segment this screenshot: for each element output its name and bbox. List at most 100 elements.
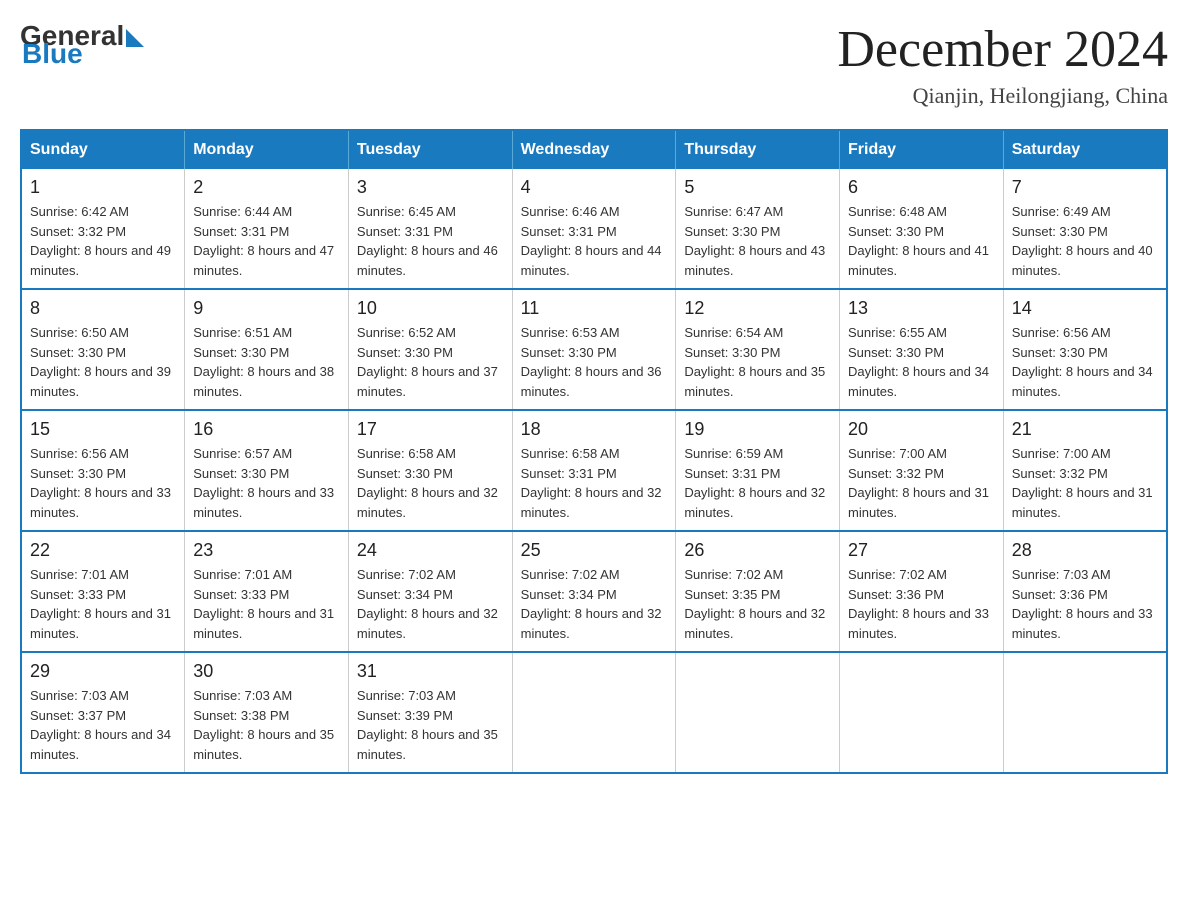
table-row	[840, 652, 1004, 773]
table-row: 14 Sunrise: 6:56 AM Sunset: 3:30 PM Dayl…	[1003, 289, 1167, 410]
day-info: Sunrise: 7:03 AM Sunset: 3:37 PM Dayligh…	[30, 686, 176, 764]
table-row: 31 Sunrise: 7:03 AM Sunset: 3:39 PM Dayl…	[348, 652, 512, 773]
day-info: Sunrise: 6:56 AM Sunset: 3:30 PM Dayligh…	[1012, 323, 1158, 401]
table-row: 24 Sunrise: 7:02 AM Sunset: 3:34 PM Dayl…	[348, 531, 512, 652]
table-row: 3 Sunrise: 6:45 AM Sunset: 3:31 PM Dayli…	[348, 169, 512, 289]
day-info: Sunrise: 7:00 AM Sunset: 3:32 PM Dayligh…	[848, 444, 995, 522]
day-info: Sunrise: 6:51 AM Sunset: 3:30 PM Dayligh…	[193, 323, 340, 401]
calendar-table: Sunday Monday Tuesday Wednesday Thursday…	[20, 129, 1168, 774]
day-info: Sunrise: 6:46 AM Sunset: 3:31 PM Dayligh…	[521, 202, 668, 280]
calendar-week-row: 1 Sunrise: 6:42 AM Sunset: 3:32 PM Dayli…	[21, 169, 1167, 289]
table-row: 16 Sunrise: 6:57 AM Sunset: 3:30 PM Dayl…	[185, 410, 349, 531]
day-info: Sunrise: 6:55 AM Sunset: 3:30 PM Dayligh…	[848, 323, 995, 401]
day-info: Sunrise: 7:02 AM Sunset: 3:35 PM Dayligh…	[684, 565, 831, 643]
table-row	[512, 652, 676, 773]
table-row: 1 Sunrise: 6:42 AM Sunset: 3:32 PM Dayli…	[21, 169, 185, 289]
day-number: 27	[848, 540, 995, 561]
day-number: 17	[357, 419, 504, 440]
table-row: 8 Sunrise: 6:50 AM Sunset: 3:30 PM Dayli…	[21, 289, 185, 410]
table-row: 5 Sunrise: 6:47 AM Sunset: 3:30 PM Dayli…	[676, 169, 840, 289]
day-info: Sunrise: 6:49 AM Sunset: 3:30 PM Dayligh…	[1012, 202, 1158, 280]
day-info: Sunrise: 6:56 AM Sunset: 3:30 PM Dayligh…	[30, 444, 176, 522]
header-thursday: Thursday	[676, 130, 840, 169]
table-row: 13 Sunrise: 6:55 AM Sunset: 3:30 PM Dayl…	[840, 289, 1004, 410]
logo-triangle-icon	[126, 29, 144, 47]
table-row: 18 Sunrise: 6:58 AM Sunset: 3:31 PM Dayl…	[512, 410, 676, 531]
calendar-week-row: 22 Sunrise: 7:01 AM Sunset: 3:33 PM Dayl…	[21, 531, 1167, 652]
day-info: Sunrise: 6:59 AM Sunset: 3:31 PM Dayligh…	[684, 444, 831, 522]
table-row: 26 Sunrise: 7:02 AM Sunset: 3:35 PM Dayl…	[676, 531, 840, 652]
day-number: 14	[1012, 298, 1158, 319]
table-row: 19 Sunrise: 6:59 AM Sunset: 3:31 PM Dayl…	[676, 410, 840, 531]
month-title: December 2024	[837, 20, 1168, 79]
table-row: 9 Sunrise: 6:51 AM Sunset: 3:30 PM Dayli…	[185, 289, 349, 410]
day-number: 5	[684, 177, 831, 198]
day-number: 28	[1012, 540, 1158, 561]
day-number: 30	[193, 661, 340, 682]
title-area: December 2024 Qianjin, Heilongjiang, Chi…	[837, 20, 1168, 109]
day-info: Sunrise: 6:57 AM Sunset: 3:30 PM Dayligh…	[193, 444, 340, 522]
day-info: Sunrise: 6:53 AM Sunset: 3:30 PM Dayligh…	[521, 323, 668, 401]
day-info: Sunrise: 6:47 AM Sunset: 3:30 PM Dayligh…	[684, 202, 831, 280]
table-row: 6 Sunrise: 6:48 AM Sunset: 3:30 PM Dayli…	[840, 169, 1004, 289]
header-saturday: Saturday	[1003, 130, 1167, 169]
day-info: Sunrise: 7:02 AM Sunset: 3:34 PM Dayligh…	[357, 565, 504, 643]
calendar-week-row: 8 Sunrise: 6:50 AM Sunset: 3:30 PM Dayli…	[21, 289, 1167, 410]
day-number: 9	[193, 298, 340, 319]
table-row: 4 Sunrise: 6:46 AM Sunset: 3:31 PM Dayli…	[512, 169, 676, 289]
day-number: 20	[848, 419, 995, 440]
table-row: 20 Sunrise: 7:00 AM Sunset: 3:32 PM Dayl…	[840, 410, 1004, 531]
day-number: 13	[848, 298, 995, 319]
day-number: 2	[193, 177, 340, 198]
table-row: 7 Sunrise: 6:49 AM Sunset: 3:30 PM Dayli…	[1003, 169, 1167, 289]
day-info: Sunrise: 6:58 AM Sunset: 3:30 PM Dayligh…	[357, 444, 504, 522]
table-row: 25 Sunrise: 7:02 AM Sunset: 3:34 PM Dayl…	[512, 531, 676, 652]
day-number: 24	[357, 540, 504, 561]
day-number: 8	[30, 298, 176, 319]
day-info: Sunrise: 7:03 AM Sunset: 3:36 PM Dayligh…	[1012, 565, 1158, 643]
day-number: 19	[684, 419, 831, 440]
header-sunday: Sunday	[21, 130, 185, 169]
day-number: 10	[357, 298, 504, 319]
day-number: 29	[30, 661, 176, 682]
calendar-week-row: 29 Sunrise: 7:03 AM Sunset: 3:37 PM Dayl…	[21, 652, 1167, 773]
day-info: Sunrise: 6:58 AM Sunset: 3:31 PM Dayligh…	[521, 444, 668, 522]
day-info: Sunrise: 7:03 AM Sunset: 3:39 PM Dayligh…	[357, 686, 504, 764]
page-header: General Blue December 2024 Qianjin, Heil…	[20, 20, 1168, 109]
day-number: 25	[521, 540, 668, 561]
day-number: 12	[684, 298, 831, 319]
day-info: Sunrise: 6:48 AM Sunset: 3:30 PM Dayligh…	[848, 202, 995, 280]
day-info: Sunrise: 6:42 AM Sunset: 3:32 PM Dayligh…	[30, 202, 176, 280]
day-number: 11	[521, 298, 668, 319]
table-row: 28 Sunrise: 7:03 AM Sunset: 3:36 PM Dayl…	[1003, 531, 1167, 652]
calendar-week-row: 15 Sunrise: 6:56 AM Sunset: 3:30 PM Dayl…	[21, 410, 1167, 531]
day-info: Sunrise: 7:02 AM Sunset: 3:34 PM Dayligh…	[521, 565, 668, 643]
table-row: 2 Sunrise: 6:44 AM Sunset: 3:31 PM Dayli…	[185, 169, 349, 289]
day-info: Sunrise: 6:45 AM Sunset: 3:31 PM Dayligh…	[357, 202, 504, 280]
day-number: 31	[357, 661, 504, 682]
table-row: 30 Sunrise: 7:03 AM Sunset: 3:38 PM Dayl…	[185, 652, 349, 773]
table-row: 27 Sunrise: 7:02 AM Sunset: 3:36 PM Dayl…	[840, 531, 1004, 652]
table-row: 23 Sunrise: 7:01 AM Sunset: 3:33 PM Dayl…	[185, 531, 349, 652]
logo: General Blue	[20, 20, 144, 70]
day-number: 18	[521, 419, 668, 440]
table-row: 15 Sunrise: 6:56 AM Sunset: 3:30 PM Dayl…	[21, 410, 185, 531]
header-wednesday: Wednesday	[512, 130, 676, 169]
header-monday: Monday	[185, 130, 349, 169]
day-info: Sunrise: 7:03 AM Sunset: 3:38 PM Dayligh…	[193, 686, 340, 764]
day-info: Sunrise: 6:50 AM Sunset: 3:30 PM Dayligh…	[30, 323, 176, 401]
calendar-header-row: Sunday Monday Tuesday Wednesday Thursday…	[21, 130, 1167, 169]
table-row: 12 Sunrise: 6:54 AM Sunset: 3:30 PM Dayl…	[676, 289, 840, 410]
day-number: 6	[848, 177, 995, 198]
day-info: Sunrise: 7:01 AM Sunset: 3:33 PM Dayligh…	[193, 565, 340, 643]
day-number: 3	[357, 177, 504, 198]
header-friday: Friday	[840, 130, 1004, 169]
day-info: Sunrise: 7:02 AM Sunset: 3:36 PM Dayligh…	[848, 565, 995, 643]
table-row	[1003, 652, 1167, 773]
day-info: Sunrise: 6:52 AM Sunset: 3:30 PM Dayligh…	[357, 323, 504, 401]
day-number: 7	[1012, 177, 1158, 198]
day-number: 1	[30, 177, 176, 198]
header-tuesday: Tuesday	[348, 130, 512, 169]
table-row: 29 Sunrise: 7:03 AM Sunset: 3:37 PM Dayl…	[21, 652, 185, 773]
day-number: 23	[193, 540, 340, 561]
